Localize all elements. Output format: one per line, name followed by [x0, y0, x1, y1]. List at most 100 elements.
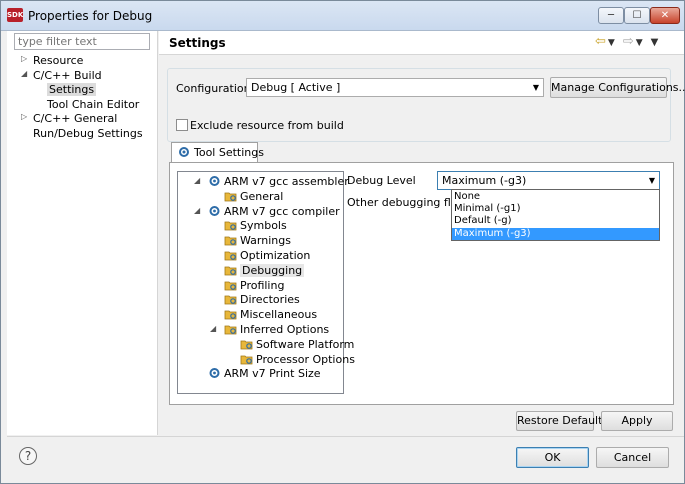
folder-icon — [224, 266, 237, 276]
tool-tree-label: Miscellaneous — [240, 308, 318, 322]
minimize-button[interactable]: ─ — [598, 7, 624, 24]
expand-twisty-icon[interactable]: ◢ — [210, 324, 216, 333]
exclude-resource-label: Exclude resource from build — [190, 119, 344, 132]
ok-button[interactable]: OK — [516, 447, 589, 468]
title-bar[interactable]: SDK Properties for Debug ─ ☐ ✕ — [1, 1, 684, 31]
tool-tree-item[interactable]: General — [224, 190, 283, 203]
sidebar-item-label: Run/Debug Settings — [33, 127, 143, 140]
sidebar-item-c-c-general[interactable]: ▷ C/C++ General — [21, 112, 118, 125]
maximize-button[interactable]: ☐ — [624, 7, 650, 24]
twisty-icon[interactable]: ◢ — [21, 69, 27, 78]
close-button[interactable]: ✕ — [650, 7, 680, 24]
twisty-icon[interactable]: ▷ — [21, 112, 27, 121]
sidebar-item-label: Settings — [47, 83, 97, 96]
tool-tree-label: Directories — [240, 293, 300, 307]
folder-icon — [224, 251, 237, 261]
tool-tree-label: General — [240, 189, 284, 203]
debug-level-option[interactable]: Minimal (-g1) — [452, 203, 659, 215]
sidebar-item-label: Resource — [33, 54, 84, 67]
properties-window: SDK Properties for Debug ─ ☐ ✕ ▷ Resource… — [0, 0, 685, 484]
window-title: Properties for Debug — [28, 9, 153, 23]
folder-icon — [224, 310, 237, 320]
history-nav: ⇦ ▼ ⇨ ▼ ▼ — [595, 34, 666, 49]
tool-tree-item[interactable]: ARM v7 Print Size — [208, 367, 321, 380]
tool-tree-item[interactable]: Miscellaneous — [224, 308, 317, 321]
debug-level-option[interactable]: Maximum (-g3) — [452, 227, 659, 240]
expand-twisty-icon[interactable]: ◢ — [194, 176, 200, 185]
sidebar-item-c-c-build[interactable]: ◢ C/C++ Build — [21, 69, 102, 82]
debug-level-value: Maximum (-g3) — [442, 174, 527, 187]
configuration-group: Configuration: Debug [ Active ] ▼ Manage… — [167, 68, 685, 142]
tool-tree-item[interactable]: ARM v7 gcc compiler — [208, 205, 340, 218]
folder-icon — [224, 192, 237, 202]
tab-label: Tool Settings — [194, 146, 264, 159]
tool-icon — [209, 205, 220, 216]
expand-twisty-icon[interactable]: ◢ — [194, 206, 200, 215]
footer-separator — [7, 436, 684, 437]
tool-tree-label: Symbols — [240, 219, 287, 233]
tool-tree-label: ARM v7 gcc compiler — [224, 204, 340, 218]
property-navigation-pane: ▷ Resource ◢ C/C++ BuildSettings Tool Chain … — [7, 31, 158, 435]
tool-tree-item[interactable]: Profiling — [224, 279, 284, 292]
folder-icon — [224, 281, 237, 290]
filter-input[interactable] — [14, 33, 150, 50]
sidebar-item-resource[interactable]: ▷ Resource — [21, 54, 84, 67]
sidebar-item-label: C/C++ General — [33, 112, 118, 125]
debug-level-option[interactable]: None — [452, 191, 659, 203]
tool-tree-label: Optimization — [240, 249, 311, 262]
tool-tree-label: Warnings — [240, 234, 291, 248]
back-dropdown-icon[interactable]: ▼ — [608, 38, 615, 48]
twisty-icon[interactable]: ▷ — [21, 54, 27, 63]
sidebar-item-run-debug-settings[interactable]: Run/Debug Settings — [33, 127, 143, 140]
tool-icon — [209, 176, 220, 186]
restore-defaults-button[interactable]: Restore Defaults — [516, 411, 608, 431]
tool-tree-item[interactable]: Software Platform — [240, 338, 354, 351]
tool-tree-item[interactable]: Inferred Options — [224, 323, 329, 336]
view-menu-icon[interactable]: ▼ — [651, 37, 659, 48]
debug-level-label: Debug Level — [347, 174, 416, 187]
help-icon[interactable]: ? — [19, 447, 37, 465]
tool-tree-label: Processor Options — [256, 352, 355, 366]
tool-tree-label: Debugging — [240, 263, 305, 277]
tool-tree-item[interactable]: Warnings — [224, 234, 291, 247]
tool-tree-item[interactable]: Debugging — [224, 263, 305, 277]
page-header: Settings ⇦ ▼ ⇨ ▼ ▼ — [159, 31, 684, 55]
sidebar-item-label: C/C++ Build — [33, 69, 102, 82]
tool-tree-item[interactable]: Directories — [224, 293, 300, 306]
tab-tool-settings[interactable]: Tool Settings — [171, 142, 264, 163]
page-title: Settings — [169, 36, 226, 50]
configuration-select[interactable]: Debug [ Active ] ▼ — [246, 78, 544, 97]
back-icon[interactable]: ⇦ — [595, 34, 606, 49]
debug-level-option[interactable]: Default (-g) — [452, 215, 659, 227]
folder-icon — [224, 236, 237, 246]
tool-tree-label: ARM v7 gcc assembler — [224, 175, 349, 188]
tool-tree-item[interactable]: Optimization — [224, 249, 310, 262]
tool-tree-item[interactable]: Processor Options — [240, 353, 355, 366]
chevron-down-icon: ▼ — [532, 83, 539, 92]
app-logo-icon: SDK — [7, 8, 23, 22]
sidebar-item-label: Tool Chain Editor — [47, 98, 140, 111]
folder-icon — [224, 295, 237, 305]
debug-level-dropdown-list: None Minimal (-g1) Default (-g) Maximum (-g… — [451, 189, 660, 241]
configuration-value: Debug [ Active ] — [251, 81, 341, 94]
tool-tree-item[interactable]: ARM v7 gcc assembler — [208, 175, 349, 188]
tool-icon — [209, 368, 220, 379]
tool-tree-label: Profiling — [240, 278, 285, 292]
tool-tree-label: Inferred Options — [240, 323, 330, 336]
manage-configurations-button[interactable]: Manage Configurations... — [550, 77, 685, 98]
tool-settings-icon — [179, 147, 189, 157]
sidebar-item-settings[interactable]: Settings — [47, 83, 97, 96]
configuration-label: Configuration: — [176, 82, 255, 95]
folder-icon — [224, 221, 237, 231]
tool-tree-item[interactable]: Symbols — [224, 219, 287, 232]
cancel-button[interactable]: Cancel — [596, 447, 669, 468]
tool-tree: ◢ ARM v7 gcc assembler General ◢ ARM v7 gcc … — [177, 171, 355, 394]
debug-level-select[interactable]: Maximum (-g3) ▼ — [437, 171, 660, 190]
apply-button[interactable]: Apply — [601, 411, 673, 431]
sidebar-item-tool-chain-editor[interactable]: Tool Chain Editor — [47, 98, 139, 111]
chevron-down-icon: ▼ — [648, 176, 655, 185]
tool-tree-label: Software Platform — [256, 337, 355, 351]
exclude-resource-checkbox[interactable] — [176, 119, 188, 131]
forward-icon[interactable]: ⇨ — [623, 34, 634, 49]
forward-dropdown-icon[interactable]: ▼ — [636, 38, 643, 48]
